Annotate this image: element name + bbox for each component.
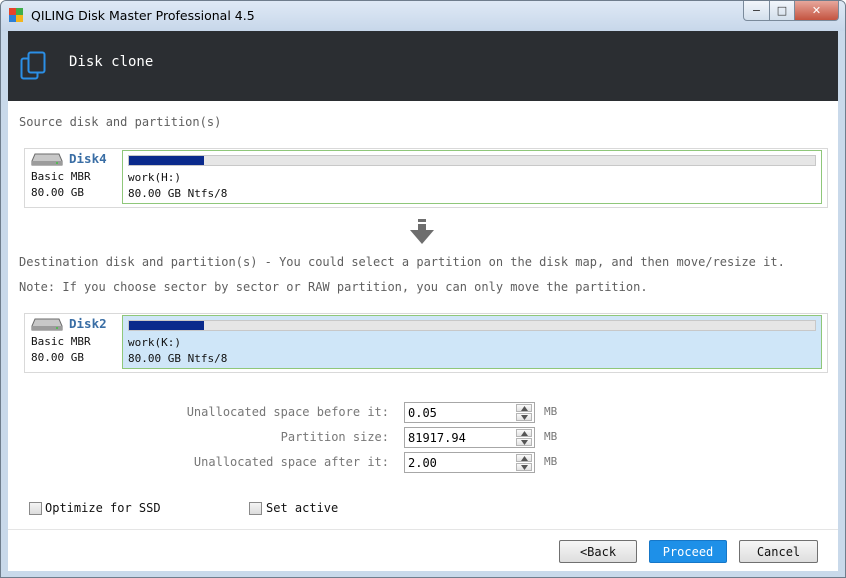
- app-window: QILING Disk Master Professional 4.5 − □ …: [0, 0, 846, 578]
- destination-usage-bar: [128, 320, 816, 331]
- cancel-button[interactable]: Cancel: [739, 540, 818, 563]
- source-usage-bar: [128, 155, 816, 166]
- optimize-ssd-checkbox[interactable]: [29, 502, 42, 515]
- partition-size-input[interactable]: [405, 428, 513, 447]
- footer-divider: [8, 529, 838, 530]
- unallocated-after-label: Unallocated space after it:: [193, 455, 389, 469]
- stepper-down-button[interactable]: [516, 463, 532, 471]
- partition-size-unit: MB: [544, 430, 558, 443]
- proceed-button[interactable]: Proceed: [649, 540, 727, 563]
- stepper-down-button[interactable]: [516, 413, 532, 421]
- destination-usage-fill: [129, 321, 205, 330]
- unallocated-after-stepper[interactable]: [516, 454, 532, 471]
- unallocated-after-unit: MB: [544, 455, 558, 468]
- source-partition[interactable]: work(H:) 80.00 GB Ntfs/8: [122, 150, 822, 204]
- stepper-up-button[interactable]: [516, 404, 532, 412]
- stepper-up-button[interactable]: [516, 454, 532, 462]
- destination-disk-type: Basic MBR: [31, 335, 91, 348]
- page-title: Disk clone: [69, 54, 154, 70]
- destination-note: Note: If you choose sector by sector or …: [19, 280, 648, 294]
- minimize-button[interactable]: −: [743, 1, 770, 21]
- source-disk-size: 80.00 GB: [31, 186, 84, 199]
- source-disk-row: Disk4 Basic MBR 80.00 GB work(H:) 80.00 …: [24, 148, 828, 208]
- hard-disk-icon: [31, 153, 63, 166]
- unallocated-before-label: Unallocated space before it:: [186, 405, 389, 419]
- maximize-button[interactable]: □: [770, 1, 795, 21]
- arrow-down-icon: [410, 219, 434, 244]
- unallocated-before-input[interactable]: [405, 403, 513, 422]
- source-label: Source disk and partition(s): [19, 115, 222, 129]
- title-bar[interactable]: QILING Disk Master Professional 4.5 − □ …: [1, 1, 845, 31]
- hard-disk-icon: [31, 318, 63, 331]
- source-partition-name: work(H:): [128, 171, 181, 184]
- destination-partition-name: work(K:): [128, 336, 181, 349]
- set-active-label[interactable]: Set active: [266, 501, 338, 515]
- close-button[interactable]: ✕: [795, 1, 839, 21]
- dialog-header: Disk clone: [8, 31, 838, 101]
- source-partition-info: 80.00 GB Ntfs/8: [128, 187, 228, 200]
- unallocated-before-stepper[interactable]: [516, 404, 532, 421]
- partition-size-stepper[interactable]: [516, 429, 532, 446]
- stepper-up-button[interactable]: [516, 429, 532, 437]
- destination-label: Destination disk and partition(s) - You …: [19, 255, 785, 269]
- unallocated-after-input[interactable]: [405, 453, 513, 472]
- partition-size-label: Partition size:: [280, 430, 389, 444]
- back-button[interactable]: <Back: [559, 540, 637, 563]
- source-disk-type: Basic MBR: [31, 170, 91, 183]
- partition-size-field[interactable]: [404, 427, 535, 448]
- destination-partition-info: 80.00 GB Ntfs/8: [128, 352, 228, 365]
- destination-disk-size: 80.00 GB: [31, 351, 84, 364]
- optimize-ssd-label[interactable]: Optimize for SSD: [45, 501, 161, 515]
- unallocated-after-field[interactable]: [404, 452, 535, 473]
- destination-disk-name: Disk2: [69, 316, 107, 331]
- unallocated-before-unit: MB: [544, 405, 558, 418]
- window-controls: − □ ✕: [743, 1, 839, 21]
- source-usage-fill: [129, 156, 205, 165]
- destination-partition[interactable]: work(K:) 80.00 GB Ntfs/8: [122, 315, 822, 369]
- window-title: QILING Disk Master Professional 4.5: [31, 8, 255, 23]
- dialog-content: Disk clone Source disk and partition(s) …: [8, 31, 838, 571]
- set-active-checkbox[interactable]: [249, 502, 262, 515]
- destination-disk-row: Disk2 Basic MBR 80.00 GB work(K:) 80.00 …: [24, 313, 828, 373]
- app-logo-icon: [9, 8, 23, 22]
- unallocated-before-field[interactable]: [404, 402, 535, 423]
- clone-icon: [20, 51, 46, 80]
- source-disk-name: Disk4: [69, 151, 107, 166]
- stepper-down-button[interactable]: [516, 438, 532, 446]
